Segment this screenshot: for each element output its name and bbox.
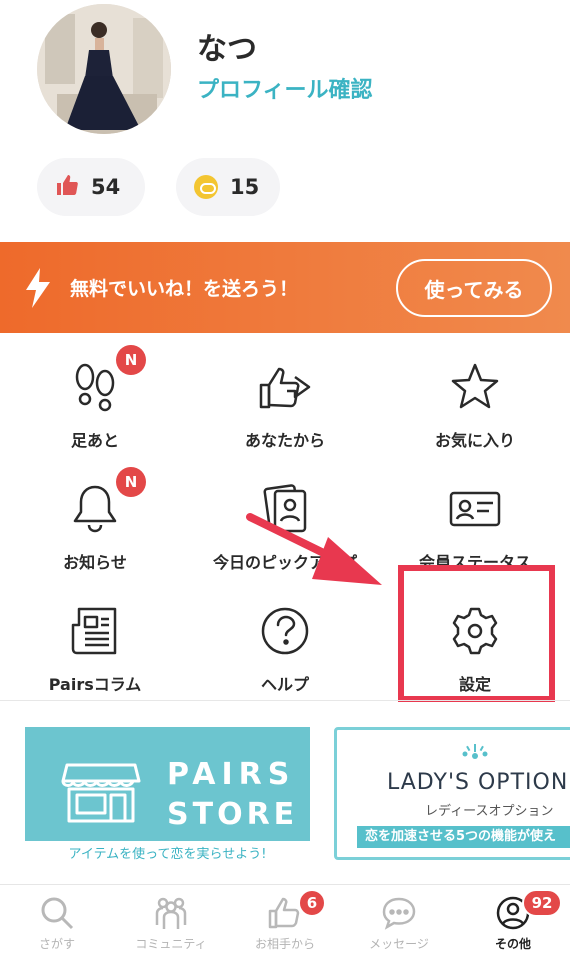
help-icon xyxy=(255,601,315,661)
from-partner-badge: 6 xyxy=(298,889,326,917)
free-like-banner: 無料でいいね！を送ろう！ 使ってみる xyxy=(0,242,570,333)
menu-footprints[interactable]: N 足あと xyxy=(0,343,190,463)
settings-highlight-box xyxy=(398,565,555,702)
thumbs-up-icon xyxy=(55,173,79,201)
pairs-column-label: Pairsコラム xyxy=(48,675,142,694)
footprints-label: 足あと xyxy=(70,431,119,450)
new-badge: N xyxy=(116,467,146,497)
try-button[interactable]: 使ってみる xyxy=(396,259,552,317)
ladys-option-banner[interactable]: LADY'S OPTION レディースオプション 恋を加速させる5つの機能が使え xyxy=(334,727,570,860)
notifications-label: お知らせ xyxy=(63,553,127,572)
ladys-option-subtitle: レディースオプション xyxy=(425,804,554,819)
search-icon xyxy=(39,895,75,931)
profile-header: なつ プロフィール確認 xyxy=(0,0,570,150)
tab-from-partner-label: お相手から xyxy=(254,937,315,951)
bell-icon xyxy=(65,479,125,539)
message-bubble-icon xyxy=(381,895,417,931)
other-badge: 92 xyxy=(522,889,562,917)
tab-other-label: その他 xyxy=(494,937,531,951)
store-caption: アイテムを使って恋を実らせよう! xyxy=(25,841,310,862)
menu-from-you[interactable]: あなたから xyxy=(190,343,380,463)
favorites-label: お気に入り xyxy=(434,431,515,450)
ladys-option-strip: 恋を加速させる5つの機能が使え xyxy=(357,826,570,848)
sparkle-icon xyxy=(457,742,493,766)
coins-count: 15 xyxy=(230,175,260,199)
thumbs-up-sent-icon xyxy=(255,357,315,417)
avatar[interactable] xyxy=(37,4,171,134)
newspaper-icon xyxy=(65,601,125,661)
storefront-icon xyxy=(61,761,141,827)
tab-community-label: コミュニティ xyxy=(135,937,207,951)
store-title-line1: PAIRS xyxy=(167,757,296,792)
from-you-label: あなたから xyxy=(244,431,325,450)
coin-icon xyxy=(194,175,218,199)
user-name: なつ xyxy=(197,32,257,67)
tab-search-label: さがす xyxy=(38,937,75,951)
menu-notifications[interactable]: N お知らせ xyxy=(0,465,190,585)
star-icon xyxy=(445,357,505,417)
new-badge: N xyxy=(116,345,146,375)
coins-stat[interactable]: 15 xyxy=(176,158,280,216)
footprints-icon xyxy=(65,357,125,417)
ladys-option-title: LADY'S OPTION xyxy=(387,770,569,795)
divider xyxy=(0,700,570,701)
menu-pairs-column[interactable]: Pairsコラム xyxy=(0,587,190,707)
id-card-icon xyxy=(445,479,505,539)
lightning-icon xyxy=(24,268,52,312)
tab-search[interactable]: さがす xyxy=(0,885,114,954)
store-title-line2: STORE xyxy=(167,797,299,832)
tab-community[interactable]: コミュニティ xyxy=(114,885,228,954)
annotation-arrow xyxy=(240,505,390,599)
tab-from-partner[interactable]: 6 お相手から xyxy=(228,885,342,954)
help-label: ヘルプ xyxy=(260,675,309,694)
menu-help[interactable]: ヘルプ xyxy=(190,587,380,707)
likes-count: 54 xyxy=(91,175,121,199)
bottom-tab-bar: さがす コミュニティ 6 お相手から メッセージ 92 その他 xyxy=(0,884,570,954)
tab-other[interactable]: 92 その他 xyxy=(456,885,570,954)
menu-favorites[interactable]: お気に入り xyxy=(380,343,570,463)
likes-stat[interactable]: 54 xyxy=(37,158,145,216)
tab-messages-label: メッセージ xyxy=(369,937,429,951)
profile-check-link[interactable]: プロフィール確認 xyxy=(197,72,373,104)
community-icon xyxy=(153,895,189,931)
tab-messages[interactable]: メッセージ xyxy=(342,885,456,954)
banner-text: 無料でいいね！を送ろう！ xyxy=(70,278,299,300)
